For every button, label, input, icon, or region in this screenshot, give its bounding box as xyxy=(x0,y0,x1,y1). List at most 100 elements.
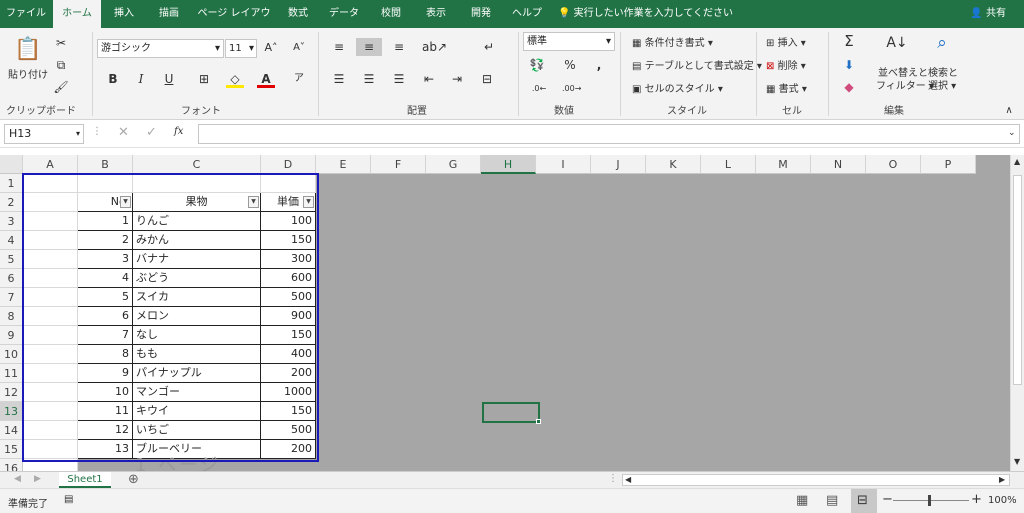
increase-decimal-icon[interactable]: .0← xyxy=(530,80,548,98)
table-cell[interactable]: 500 xyxy=(261,421,316,440)
row-header-6[interactable]: 6 xyxy=(0,269,23,288)
insert-cells-button[interactable]: ⊞ 挿入 ▾ xyxy=(766,34,806,49)
table-cell[interactable]: 150 xyxy=(261,402,316,421)
row-header-12[interactable]: 12 xyxy=(0,383,23,402)
cell-a3[interactable] xyxy=(23,212,78,231)
table-cell[interactable]: なし xyxy=(133,326,261,345)
row-header-15[interactable]: 15 xyxy=(0,440,23,459)
format-painter-icon[interactable]: 🖌 xyxy=(52,78,70,96)
percent-button[interactable]: % xyxy=(561,56,579,74)
column-header-o[interactable]: O xyxy=(866,155,921,174)
cell-a1[interactable] xyxy=(23,174,78,193)
zoom-out-icon[interactable]: − xyxy=(882,492,893,507)
worksheet-grid[interactable]: ABCDEFGHIJKLMNOP 1 2 3 4 5 6 7 8 9 10 11 12 13 14 15 16… xyxy=(0,155,1010,471)
cell-a15[interactable] xyxy=(23,440,78,459)
row-header-2[interactable]: 2 xyxy=(0,193,23,212)
cell-a8[interactable] xyxy=(23,307,78,326)
currency-icon[interactable]: 💱 xyxy=(528,56,546,74)
name-box[interactable]: H13 ▾ xyxy=(4,124,84,144)
enter-icon[interactable]: ✓ xyxy=(146,125,157,140)
bold-button[interactable]: B xyxy=(104,70,122,88)
borders-icon[interactable]: ⊞ xyxy=(195,70,213,88)
table-cell[interactable]: いちご xyxy=(133,421,261,440)
tab-formulas[interactable]: 数式 xyxy=(280,0,316,28)
sort-filter-icon[interactable]: A↓ xyxy=(884,34,910,52)
phonetic-icon[interactable]: ア xyxy=(290,70,308,88)
zoom-level[interactable]: 100% xyxy=(988,495,1017,506)
row-header-1[interactable]: 1 xyxy=(0,174,23,193)
grow-font-icon[interactable]: A˄ xyxy=(262,39,280,57)
scroll-right-icon[interactable]: ▶ xyxy=(999,475,1005,484)
comma-button[interactable]: , xyxy=(590,56,608,74)
page-layout-view-icon[interactable]: ▤ xyxy=(826,493,838,508)
column-header-n[interactable]: N xyxy=(811,155,866,174)
table-cell[interactable]: スイカ xyxy=(133,288,261,307)
table-cell[interactable]: 500 xyxy=(261,288,316,307)
column-header-a[interactable]: A xyxy=(23,155,78,174)
decrease-decimal-icon[interactable]: .00→ xyxy=(562,80,581,98)
row-header-10[interactable]: 10 xyxy=(0,345,23,364)
tab-help[interactable]: ヘルプ xyxy=(508,0,546,28)
filter-dropdown-icon[interactable]: ▼ xyxy=(248,196,259,208)
cell-a11[interactable] xyxy=(23,364,78,383)
autosum-icon[interactable]: Σ xyxy=(840,32,858,50)
table-cell[interactable]: 1000 xyxy=(261,383,316,402)
row-header-7[interactable]: 7 xyxy=(0,288,23,307)
clipboard-icon[interactable]: 📋 xyxy=(14,36,41,64)
tab-insert[interactable]: 挿入 xyxy=(106,0,142,28)
cell-a5[interactable] xyxy=(23,250,78,269)
table-cell[interactable]: キウイ xyxy=(133,402,261,421)
table-cell[interactable]: 8 xyxy=(78,345,133,364)
format-cells-button[interactable]: ▦ 書式 ▾ xyxy=(766,80,807,95)
tab-draw[interactable]: 描画 xyxy=(150,0,188,28)
tab-developer[interactable]: 開発 xyxy=(462,0,500,28)
table-cell[interactable]: マンゴー xyxy=(133,383,261,402)
cell-a10[interactable] xyxy=(23,345,78,364)
sheet-tab-sheet1[interactable]: Sheet1 xyxy=(59,472,111,488)
table-cell[interactable]: 6 xyxy=(78,307,133,326)
decrease-indent-icon[interactable]: ⇤ xyxy=(420,70,438,88)
tab-review[interactable]: 校閲 xyxy=(372,0,410,28)
scroll-down-icon[interactable]: ▼ xyxy=(1014,457,1020,466)
orientation-icon[interactable]: ab↗ xyxy=(422,38,447,56)
column-header-m[interactable]: M xyxy=(756,155,811,174)
page-break-view-icon[interactable]: ⊟ xyxy=(851,489,877,513)
table-cell[interactable]: 10 xyxy=(78,383,133,402)
table-cell[interactable]: 200 xyxy=(261,364,316,383)
align-left-icon[interactable]: ☰ xyxy=(330,70,348,88)
conditional-format-button[interactable]: ▦ 条件付き書式 ▾ xyxy=(632,34,713,49)
fill-icon[interactable]: ⬇ xyxy=(840,56,858,74)
horizontal-scrollbar[interactable]: ◀ ▶ xyxy=(622,474,1010,486)
align-center-icon[interactable]: ☰ xyxy=(360,70,378,88)
table-cell[interactable]: メロン xyxy=(133,307,261,326)
row-header-16[interactable]: 16 xyxy=(0,459,23,471)
table-cell[interactable]: もも xyxy=(133,345,261,364)
column-header-e[interactable]: E xyxy=(316,155,371,174)
font-name-select[interactable]: 游ゴシック ▾ xyxy=(97,39,224,58)
align-right-icon[interactable]: ☰ xyxy=(390,70,408,88)
tab-view[interactable]: 表示 xyxy=(418,0,454,28)
sort-filter-button[interactable]: フィルター ▾ xyxy=(876,77,934,92)
table-cell[interactable]: 600 xyxy=(261,269,316,288)
table-header-cell[interactable]: No.▼ xyxy=(78,193,133,212)
expand-formula-icon[interactable]: ⌄ xyxy=(1008,128,1016,138)
splitter-icon[interactable]: ⋮ xyxy=(608,473,618,484)
copy-icon[interactable]: ⧉ xyxy=(52,56,70,74)
find-select-button[interactable]: 選択 ▾ xyxy=(928,77,956,92)
scroll-left-icon[interactable]: ◀ xyxy=(625,475,631,484)
row-header-4[interactable]: 4 xyxy=(0,231,23,250)
row-header-11[interactable]: 11 xyxy=(0,364,23,383)
column-header-i[interactable]: I xyxy=(536,155,591,174)
share-button[interactable]: 👤 共有 xyxy=(970,0,1006,28)
table-cell[interactable]: 4 xyxy=(78,269,133,288)
cell-a7[interactable] xyxy=(23,288,78,307)
table-cell[interactable]: 9 xyxy=(78,364,133,383)
tab-data[interactable]: データ xyxy=(324,0,364,28)
table-cell[interactable]: 2 xyxy=(78,231,133,250)
column-header-j[interactable]: J xyxy=(591,155,646,174)
table-cell[interactable]: ブルーベリー xyxy=(133,440,261,459)
table-cell[interactable]: 900 xyxy=(261,307,316,326)
cell-d1[interactable] xyxy=(261,174,316,193)
merge-center-icon[interactable]: ⊟ xyxy=(478,70,496,88)
macro-record-icon[interactable]: ▤ xyxy=(64,494,73,505)
